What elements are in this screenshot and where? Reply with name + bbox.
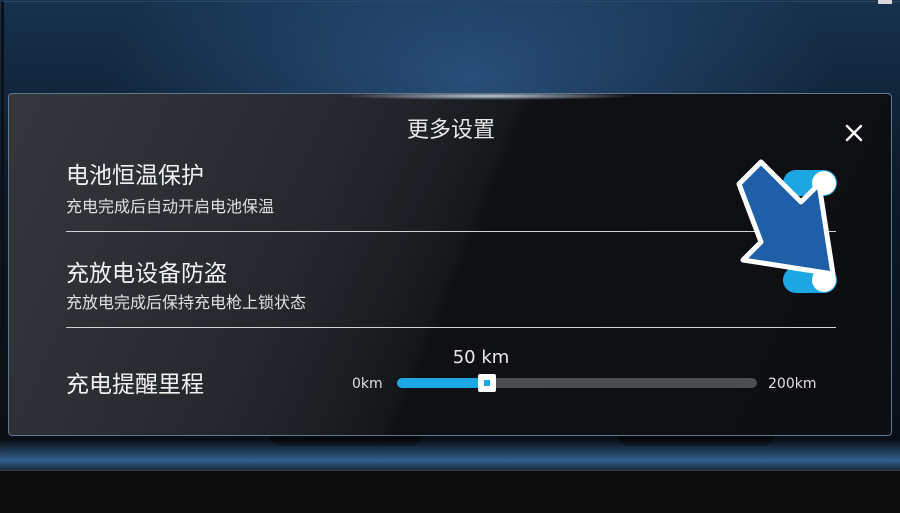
bottom-bar [0, 470, 900, 513]
anti-theft-title: 充放电设备防盗 [66, 261, 227, 287]
mileage-slider-thumb[interactable] [478, 374, 496, 392]
battery-thermal-title: 电池恒温保护 [66, 163, 204, 189]
mileage-slider-track[interactable] [397, 374, 757, 392]
dialog-title: 更多设置 [406, 118, 495, 143]
close-icon [845, 124, 863, 142]
dialog-top-glow [339, 94, 639, 100]
slider-thumb-dot [484, 380, 490, 386]
bottom-glow [0, 440, 900, 474]
mileage-slider-fill [397, 378, 487, 388]
more-settings-dialog: 更多设置 电池恒温保护 充电完成后自动开启电池保温 充放电设备防盗 充放电完成后… [8, 93, 892, 436]
close-button[interactable] [841, 120, 867, 146]
divider [66, 327, 836, 328]
anti-theft-subtitle: 充放电完成后保持充电枪上锁状态 [66, 293, 307, 312]
slider-value-label: 50 km [452, 347, 510, 368]
reminder-mileage-title: 充电提醒里程 [66, 372, 204, 398]
corner-indicator [878, 0, 892, 4]
slider-min-label: 0km [352, 376, 383, 392]
pointer-arrow-icon [736, 159, 836, 277]
divider [66, 231, 836, 232]
battery-thermal-subtitle: 充电完成后自动开启电池保温 [66, 197, 275, 216]
slider-max-label: 200km [768, 376, 817, 392]
